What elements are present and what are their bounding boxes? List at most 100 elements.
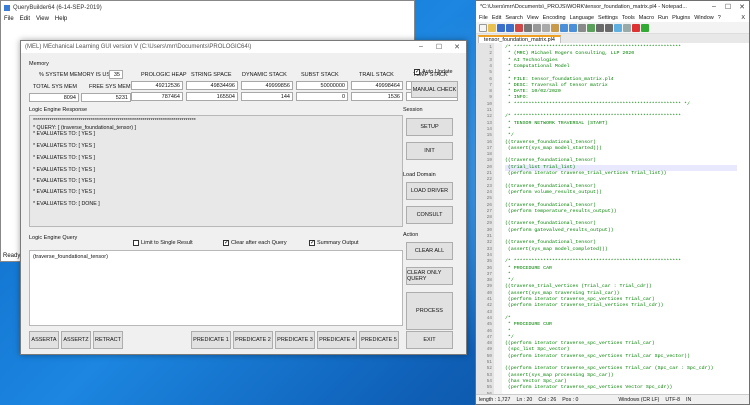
paste-icon[interactable] [551,23,559,32]
copy-icon[interactable] [542,23,550,32]
checkbox-checked-icon: ✓ [223,240,230,246]
consult-button[interactable]: CONSULT [406,206,453,224]
npp-menu-window[interactable]: Window [694,15,714,21]
asserta-button[interactable]: ASSERTA [29,331,59,349]
replace-icon[interactable] [587,23,595,32]
limit-single-result-checkbox[interactable]: Limit to Single Result [133,240,193,246]
dynamic-top: 49999856 [241,81,293,90]
menu-help[interactable]: Help [55,16,67,22]
predicate-3-button[interactable]: PREDICATE 3 [275,331,315,349]
auto-update-checkbox[interactable]: ✓ Auto Update [414,69,453,75]
auto-update-label: Auto Update [422,69,453,75]
npp-menu-macro[interactable]: Macro [639,15,654,21]
querybuilder-titlebar[interactable]: QueryBuilder64 (6-14-SEP-2019) [1,1,414,14]
save-icon[interactable] [497,23,505,32]
summary-output-checkbox[interactable]: ✓ Summary Output [309,240,359,246]
npp-menu-language[interactable]: Language [570,15,594,21]
heap-bottom: 787464 [131,92,183,101]
npp-menu-plugins[interactable]: Plugins [672,15,690,21]
clear-all-button[interactable]: CLEAR ALL [406,242,453,260]
undo-icon[interactable] [560,23,568,32]
predicate-4-button[interactable]: PREDICATE 4 [317,331,357,349]
status-encoding: UTF-8 [665,396,681,403]
status-mode: IN [686,396,692,403]
npp-menu-file[interactable]: File [479,15,488,21]
minimize-icon[interactable]: – [707,3,721,11]
maximize-icon[interactable]: ☐ [721,3,735,11]
init-button[interactable]: INIT [406,142,453,160]
predicate-5-button[interactable]: PREDICATE 5 [359,331,399,349]
response-line: * EVALUATES TO: [ YES ] [33,167,95,173]
npp-tab-active[interactable]: tensor_foundation_matrix.pl4 [478,35,561,43]
predicate-2-button[interactable]: PREDICATE 2 [233,331,273,349]
string-label: STRING SPACE [191,72,232,78]
zoom-in-icon[interactable] [596,23,604,32]
close-icon[interactable]: ✕ [735,3,749,11]
npp-doc-close-icon[interactable]: X [741,15,749,21]
mel-gui-window: (MEL) MEchanical Learning GUI version V … [20,40,467,355]
macro-record-icon[interactable] [632,23,640,32]
npp-menu-encoding[interactable]: Encoding [543,15,566,21]
subst-top: 50000000 [296,81,348,90]
npp-menu-view[interactable]: View [527,15,539,21]
response-line: ****************************************… [33,118,196,124]
menu-edit[interactable]: Edit [20,16,30,22]
new-file-icon[interactable] [479,23,487,32]
npp-toolbar [476,22,749,34]
trail-label: TRAIL STACK [359,72,394,78]
limit-label: Limit to Single Result [141,240,193,246]
npp-menu-tools[interactable]: Tools [622,15,635,21]
dynamic-bottom: 144 [241,92,293,101]
process-button[interactable]: PROCESS [406,292,453,330]
wrap-icon[interactable] [623,23,631,32]
load-driver-button[interactable]: LOAD DRIVER [406,182,453,200]
query-label: Logic Engine Query [29,235,78,241]
npp-editor[interactable]: 1 2 3 4 5 6 7 8 9 10 11 12 13 14 15 16 17 18 19 20 21 22 23 24 2… [476,43,749,403]
trail-top: 49998464 [351,81,403,90]
clear-after-query-checkbox[interactable]: ✓ Clear after each Query [223,240,287,246]
manual-check-button[interactable]: MANUAL CHECK [411,81,458,98]
macro-play-icon[interactable] [641,23,649,32]
menu-file[interactable]: File [4,16,14,22]
close-file-icon[interactable] [515,23,523,32]
npp-menu-search[interactable]: Search [505,15,522,21]
code-area[interactable]: /* *************************************… [502,43,749,403]
open-file-icon[interactable] [488,23,496,32]
status-col: Col : 26 [538,396,557,403]
clear-only-query-button[interactable]: CLEAR ONLY QUERY [406,267,453,285]
free-mem-label: FREE SYS MEM [89,84,131,90]
predicate-1-button[interactable]: PREDICATE 1 [191,331,231,349]
status-pos: Pos : 0 [562,396,579,403]
line-number-gutter: 1 2 3 4 5 6 7 8 9 10 11 12 13 14 15 16 17 18 19 20 21 22 23 24 2… [476,43,494,403]
maximize-icon[interactable]: ☐ [430,43,448,51]
print-icon[interactable] [524,23,532,32]
sync-icon[interactable] [614,23,622,32]
save-all-icon[interactable] [506,23,514,32]
npp-tabbar: tensor_foundation_matrix.pl4 [476,34,749,43]
menu-view[interactable]: View [36,16,49,22]
retract-button[interactable]: RETRACT [93,331,123,349]
find-icon[interactable] [578,23,586,32]
npp-menu-run[interactable]: Run [658,15,668,21]
assertz-button[interactable]: ASSERTZ [61,331,91,349]
app-icon [4,4,10,11]
npp-menu-settings[interactable]: Settings [598,15,618,21]
gui-titlebar[interactable]: (MEL) MEchanical Learning GUI version V … [21,41,466,53]
npp-title: *C:\Users\mrr\Documents\_PROJS\WORK\tens… [480,4,687,10]
query-input[interactable]: (traverse_foundational_tensor) [29,250,403,326]
npp-menu-help[interactable]: ? [718,15,721,21]
exit-button[interactable]: EXIT [406,331,453,349]
code-line: (perform gatevalved_results_output)) [505,227,614,233]
zoom-out-icon[interactable] [605,23,613,32]
gui-title: (MEL) MEchanical Learning GUI version V … [25,44,252,50]
redo-icon[interactable] [569,23,577,32]
close-icon[interactable]: ✕ [448,43,466,51]
setup-button[interactable]: SETUP [406,118,453,136]
minimize-icon[interactable]: – [412,43,430,51]
response-line: * EVALUATES TO: [ YES ] [33,189,95,195]
fold-margin [494,43,502,395]
cut-icon[interactable] [533,23,541,32]
npp-titlebar[interactable]: *C:\Users\mrr\Documents\_PROJS\WORK\tens… [476,1,749,13]
npp-menu-edit[interactable]: Edit [492,15,501,21]
code-line: (assert(sys_map model_started))) [505,145,602,151]
